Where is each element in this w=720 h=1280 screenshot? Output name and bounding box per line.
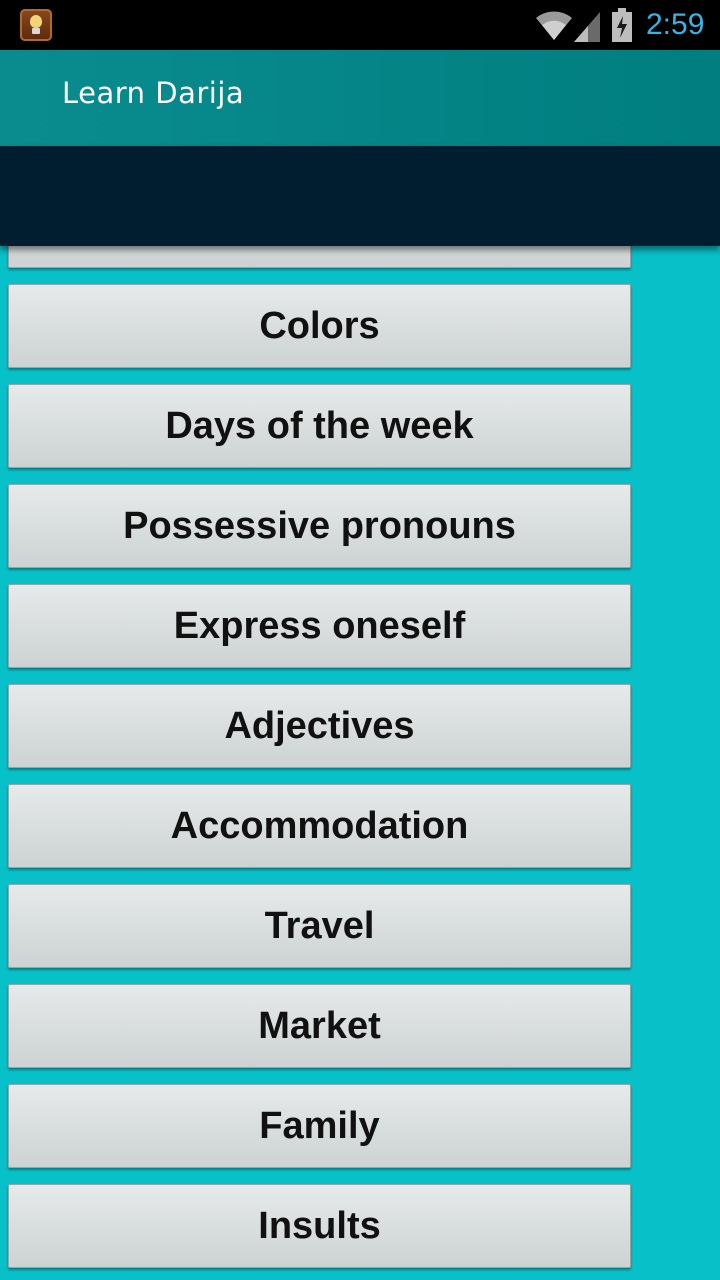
topic-button-possessive-pronouns[interactable]: Possessive pronouns bbox=[8, 484, 631, 568]
topic-button-family[interactable]: Family bbox=[8, 1084, 631, 1168]
topic-button-colors[interactable]: Colors bbox=[8, 284, 631, 368]
screen: 2:59 Learn Darija Colors Days of the wee… bbox=[0, 0, 720, 1280]
topic-button-travel[interactable]: Travel bbox=[8, 884, 631, 968]
topic-button-express-oneself[interactable]: Express oneself bbox=[8, 584, 631, 668]
ad-banner[interactable] bbox=[0, 146, 720, 246]
topic-button-insults[interactable]: Insults bbox=[8, 1184, 631, 1268]
topic-button-market[interactable]: Market bbox=[8, 984, 631, 1068]
topic-button-days-of-the-week[interactable]: Days of the week bbox=[8, 384, 631, 468]
topic-button-accommodation[interactable]: Accommodation bbox=[8, 784, 631, 868]
topic-button-adjectives[interactable]: Adjectives bbox=[8, 684, 631, 768]
